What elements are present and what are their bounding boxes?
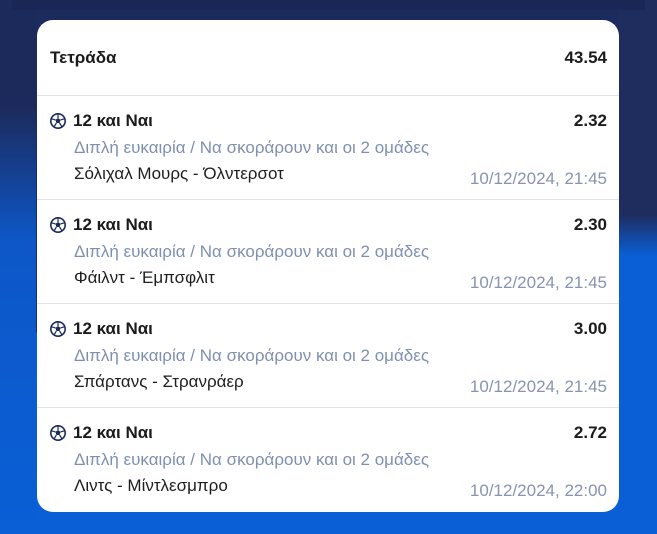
selection-pick: 12 και Ναι (73, 111, 153, 130)
background-left-edge (0, 0, 36, 534)
soccer-ball-icon (50, 113, 66, 129)
selection-market: Διπλή ευκαιρία / Να σκοράρουν και οι 2 ο… (74, 242, 430, 261)
selection-match: Λιντς - Μίντλεσμπρο (74, 476, 228, 495)
bet-slip-header: Τετράδα 43.54 (37, 20, 619, 96)
soccer-ball-icon (50, 217, 66, 233)
selection-odds: 2.32 (573, 111, 607, 130)
selection-match: Σόλιχαλ Μουρς - Όλντερσοτ (74, 164, 284, 183)
bet-type-label: Τετράδα (50, 47, 117, 67)
selection-pick: 12 και Ναι (73, 319, 153, 338)
selection-market: Διπλή ευκαιρία / Να σκοράρουν και οι 2 ο… (74, 138, 430, 157)
selection-datetime: 10/12/2024, 22:00 (469, 481, 607, 500)
selection-market: Διπλή ευκαιρία / Να σκοράρουν και οι 2 ο… (74, 346, 430, 365)
selection-datetime: 10/12/2024, 21:45 (469, 273, 607, 292)
selection-odds: 2.72 (573, 423, 607, 442)
selection-datetime: 10/12/2024, 21:45 (469, 169, 607, 188)
selection-odds: 3.00 (573, 319, 607, 338)
background-right-edge (619, 0, 657, 534)
selection-pick: 12 και Ναι (73, 215, 153, 234)
selection-market: Διπλή ευκαιρία / Να σκοράρουν και οι 2 ο… (74, 450, 430, 469)
selection-match: Φάιλντ - Έμπσφλιτ (74, 268, 215, 287)
selection-datetime: 10/12/2024, 21:45 (469, 377, 607, 396)
selection-pick: 12 και Ναι (73, 423, 153, 442)
soccer-ball-icon (50, 321, 66, 337)
selection-row[interactable]: 12 και Ναι 2.32 Διπλή ευκαιρία / Να σκορ… (37, 96, 619, 200)
selection-row[interactable]: 12 και Ναι 3.00 Διπλή ευκαιρία / Να σκορ… (37, 304, 619, 408)
selection-row[interactable]: 12 και Ναι 2.72 Διπλή ευκαιρία / Να σκορ… (37, 408, 619, 512)
background-top-frame (12, 0, 645, 10)
soccer-ball-icon (50, 425, 66, 441)
selection-row[interactable]: 12 και Ναι 2.30 Διπλή ευκαιρία / Να σκορ… (37, 200, 619, 304)
bet-slip-card: Τετράδα 43.54 12 και Ναι 2.32 Διπλή ευκα… (37, 20, 619, 512)
total-odds: 43.54 (564, 47, 607, 67)
selection-match: Σπάρτανς - Στρανράερ (74, 372, 244, 391)
selection-odds: 2.30 (573, 215, 607, 234)
